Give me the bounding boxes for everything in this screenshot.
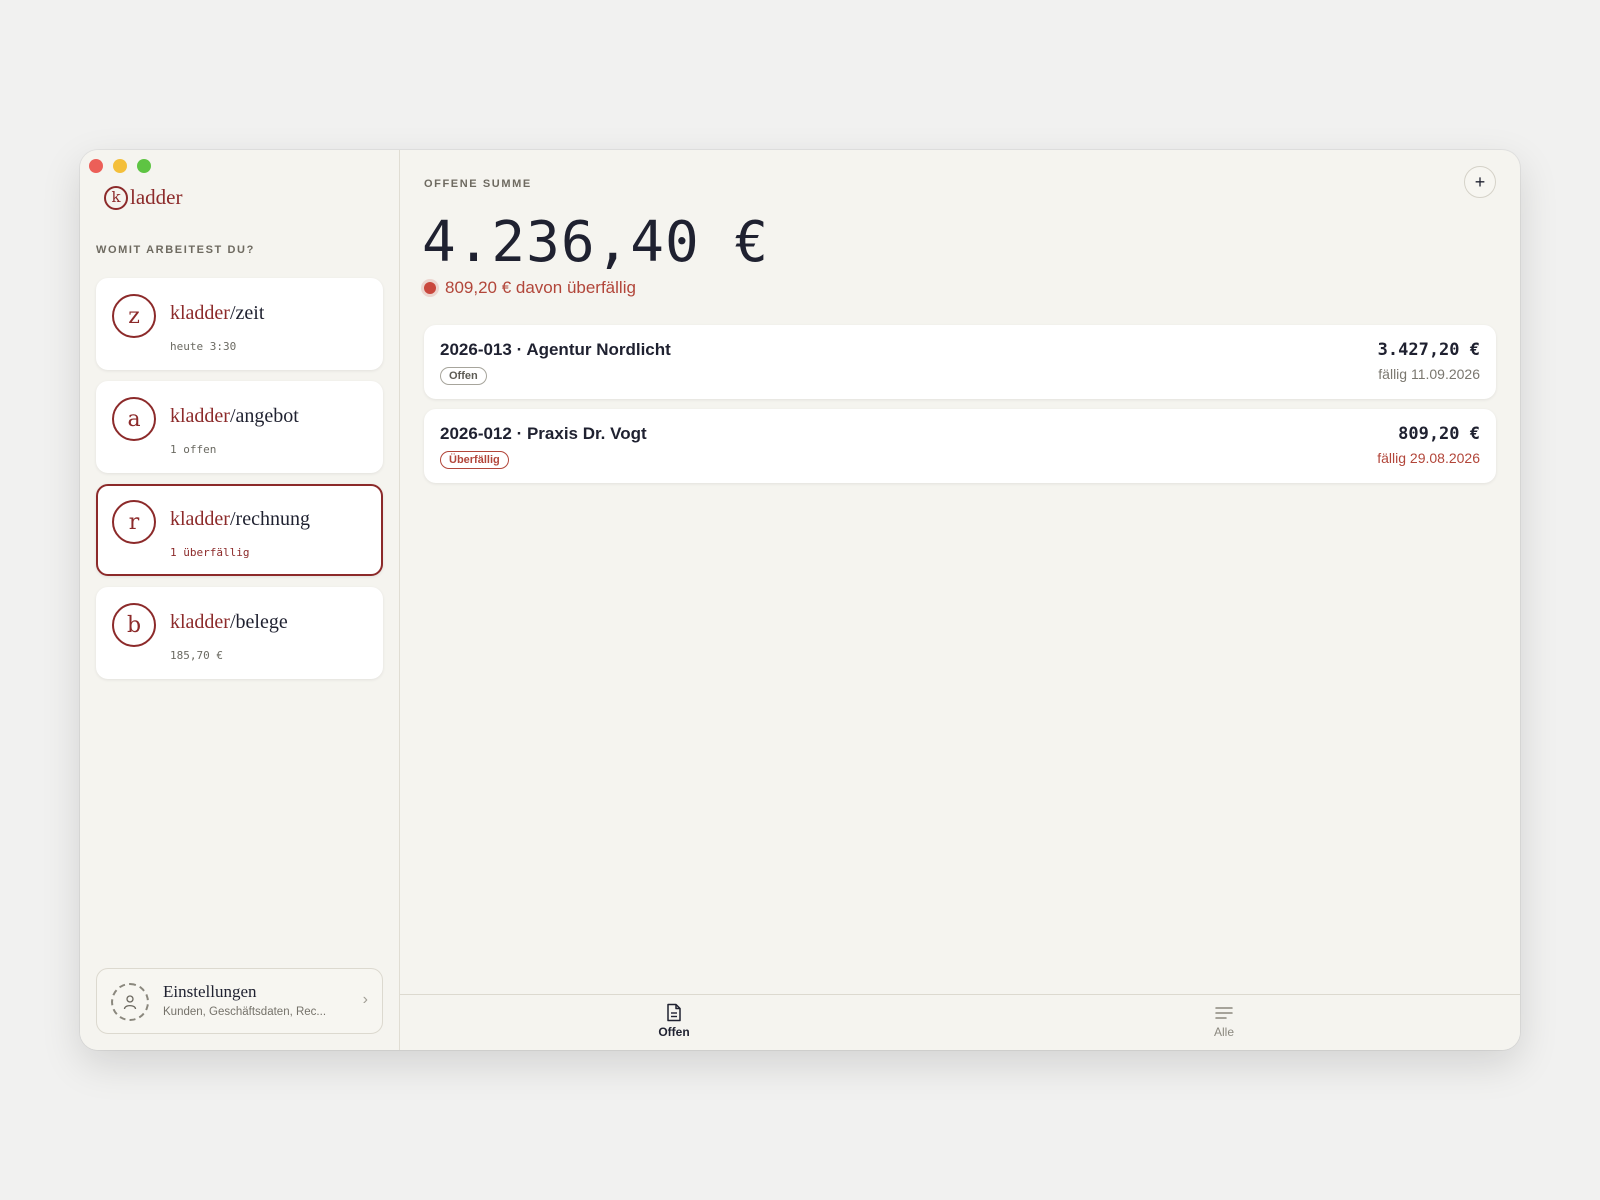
module-subtitle: 1 überfällig	[170, 546, 250, 559]
section-label: WOMIT ARBEITEST DU?	[96, 244, 255, 256]
user-settings-icon	[111, 983, 149, 1021]
chevron-right-icon: ›	[362, 991, 368, 1008]
zoom-window-button[interactable]	[137, 159, 151, 173]
module-card-zeit[interactable]: z kladder/zeit heute 3:30	[96, 278, 383, 370]
invoice-amount: 3.427,20 €	[1377, 340, 1480, 360]
settings-subtitle: Kunden, Geschäftsdaten, Rec...	[163, 1006, 327, 1018]
module-subtitle: 185,70 €	[170, 649, 223, 662]
logo-text: ladder	[130, 185, 183, 209]
invoice-row[interactable]: 2026-012 · Praxis Dr. Vogt Überfällig 80…	[424, 409, 1496, 483]
status-badge: Überfällig	[440, 451, 509, 469]
list-icon	[1215, 1007, 1233, 1019]
overdue-text: 809,20 € davon überfällig	[445, 278, 636, 297]
invoice-list: 2026-013 · Agentur Nordlicht Offen 3.427…	[424, 325, 1496, 493]
tab-alle[interactable]: Alle	[1184, 1003, 1264, 1039]
minimize-window-button[interactable]	[113, 159, 127, 173]
module-list: z kladder/zeit heute 3:30 a kladder/ange…	[96, 278, 383, 690]
module-r-icon: r	[112, 500, 156, 544]
invoice-title: 2026-013 · Agentur Nordlicht	[440, 340, 671, 359]
module-subtitle: heute 3:30	[170, 340, 237, 353]
module-title: kladder/rechnung	[170, 508, 310, 530]
app-logo: k ladder	[104, 185, 182, 210]
open-sum-label: OFFENE SUMME	[424, 178, 532, 190]
module-card-rechnung[interactable]: r kladder/rechnung 1 überfällig	[96, 484, 383, 576]
invoice-due-date: fällig 11.09.2026	[1378, 366, 1480, 382]
logo-k-icon: k	[104, 185, 128, 210]
module-card-angebot[interactable]: a kladder/angebot 1 offen	[96, 381, 383, 473]
module-title: kladder/zeit	[170, 302, 265, 324]
invoice-amount: 809,20 €	[1398, 424, 1480, 444]
module-subtitle: 1 offen	[170, 443, 217, 456]
module-title: kladder/belege	[170, 611, 288, 633]
tab-offen[interactable]: Offen	[634, 1003, 714, 1039]
overdue-dot-icon	[424, 282, 436, 294]
module-b-icon: b	[112, 603, 156, 647]
document-icon	[667, 1003, 681, 1022]
window-controls	[89, 159, 151, 173]
settings-title: Einstellungen	[163, 982, 257, 1001]
module-z-icon: z	[112, 294, 156, 338]
app-window: k ladder WOMIT ARBEITEST DU? z kladder/z…	[80, 150, 1520, 1050]
module-card-belege[interactable]: b kladder/belege 185,70 €	[96, 587, 383, 679]
invoice-title: 2026-012 · Praxis Dr. Vogt	[440, 424, 647, 443]
tab-label: Alle	[1213, 1025, 1234, 1039]
tab-bar: Offen Alle	[400, 994, 1520, 1050]
module-a-icon: a	[112, 397, 156, 441]
add-invoice-button[interactable]: +	[1464, 166, 1496, 198]
close-window-button[interactable]	[89, 159, 103, 173]
module-title: kladder/angebot	[170, 405, 299, 427]
invoice-row[interactable]: 2026-013 · Agentur Nordlicht Offen 3.427…	[424, 325, 1496, 399]
status-badge: Offen	[440, 367, 487, 385]
settings-button[interactable]: Einstellungen Kunden, Geschäftsdaten, Re…	[96, 968, 383, 1034]
overdue-summary: 809,20 € davon überfällig	[424, 278, 636, 298]
open-sum-total: 4.236,40 €	[422, 210, 770, 275]
main-content: OFFENE SUMME + 4.236,40 € 809,20 € davon…	[400, 150, 1520, 1050]
sidebar: k ladder WOMIT ARBEITEST DU? z kladder/z…	[80, 150, 400, 1050]
invoice-due-date: fällig 29.08.2026	[1377, 450, 1480, 466]
tab-label: Offen	[658, 1025, 690, 1039]
